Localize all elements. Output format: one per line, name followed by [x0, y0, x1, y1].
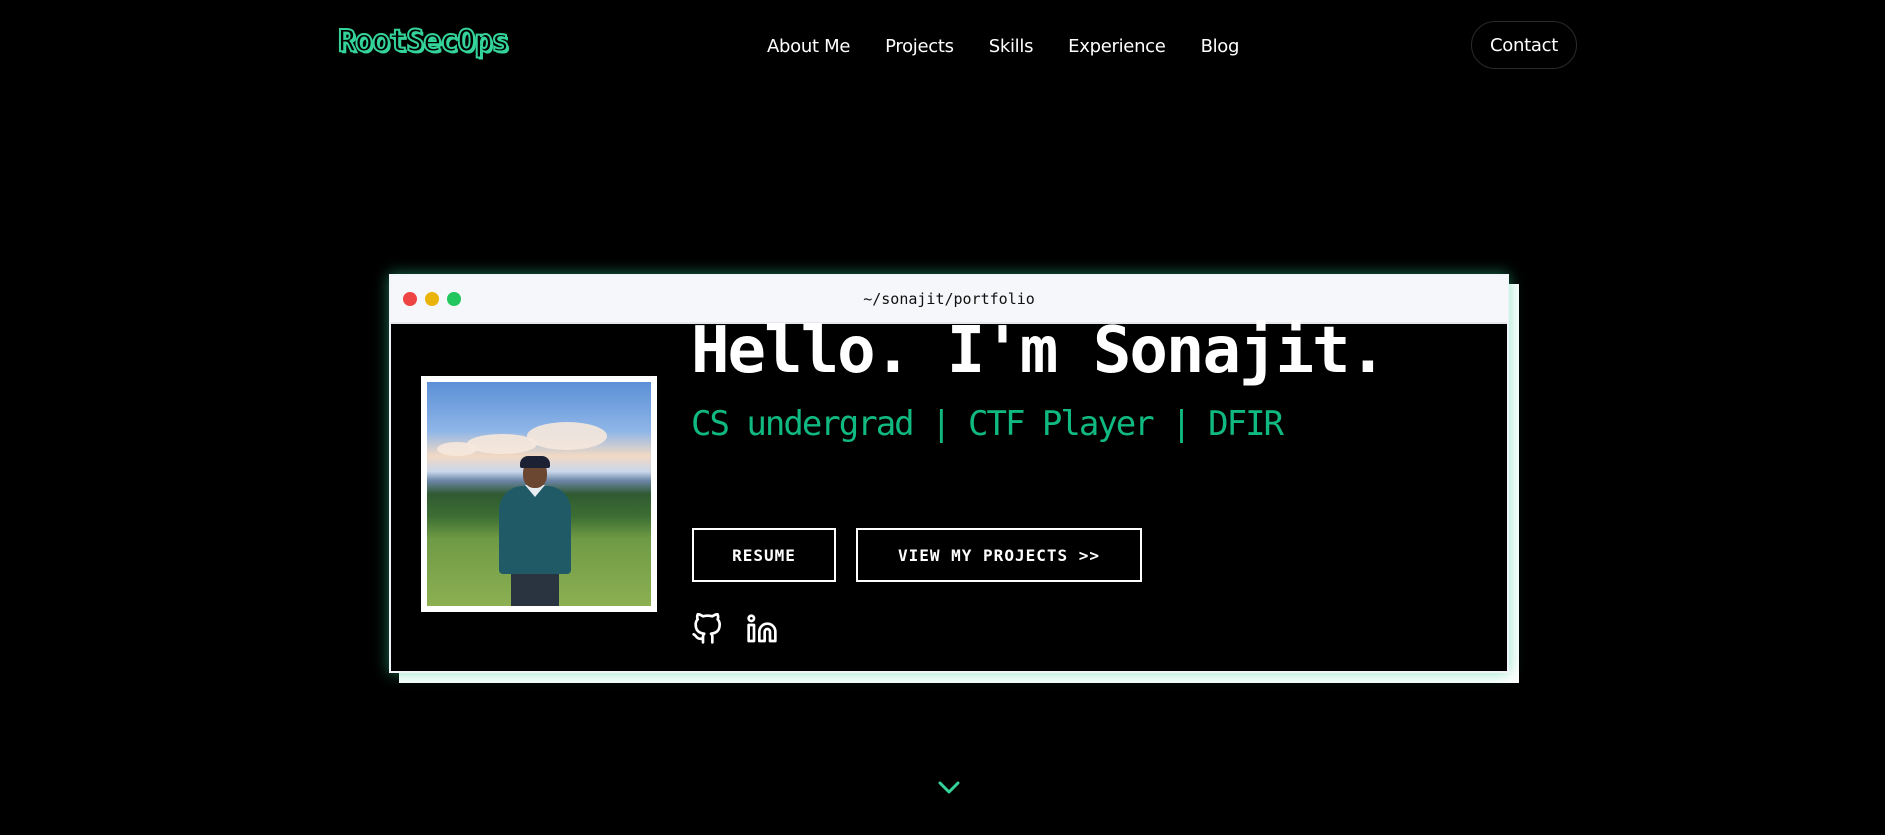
linkedin-icon[interactable] — [746, 613, 778, 645]
site-logo[interactable]: RootSecOps — [337, 23, 511, 60]
profile-photo — [427, 382, 651, 606]
hero-terminal-card: ~/sonajit/portfolio Hello. I'm Sonajit. … — [389, 274, 1509, 673]
cloud-shape — [527, 422, 607, 450]
person-body — [499, 486, 571, 574]
main-nav: About Me Projects Skills Experience Blog — [767, 36, 1239, 57]
nav-experience[interactable]: Experience — [1068, 36, 1166, 57]
person-cap — [520, 456, 550, 468]
nav-projects[interactable]: Projects — [885, 36, 954, 57]
contact-button[interactable]: Contact — [1471, 21, 1577, 69]
hero-greeting: Hello. I'm Sonajit. — [691, 314, 1387, 388]
cloud-shape — [437, 442, 477, 456]
nav-about-me[interactable]: About Me — [767, 36, 850, 57]
hero-tagline: CS undergrad | CTF Player | DFIR — [691, 404, 1284, 444]
profile-photo-frame — [421, 376, 657, 612]
terminal-path: ~/sonajit/portfolio — [863, 290, 1035, 308]
nav-skills[interactable]: Skills — [989, 36, 1034, 57]
resume-button[interactable]: RESUME — [692, 528, 836, 582]
github-icon[interactable] — [691, 613, 723, 645]
person-legs — [511, 570, 559, 606]
nav-blog[interactable]: Blog — [1201, 36, 1240, 57]
view-projects-button[interactable]: VIEW MY PROJECTS >> — [856, 528, 1142, 582]
chevron-down-icon[interactable] — [937, 780, 961, 796]
